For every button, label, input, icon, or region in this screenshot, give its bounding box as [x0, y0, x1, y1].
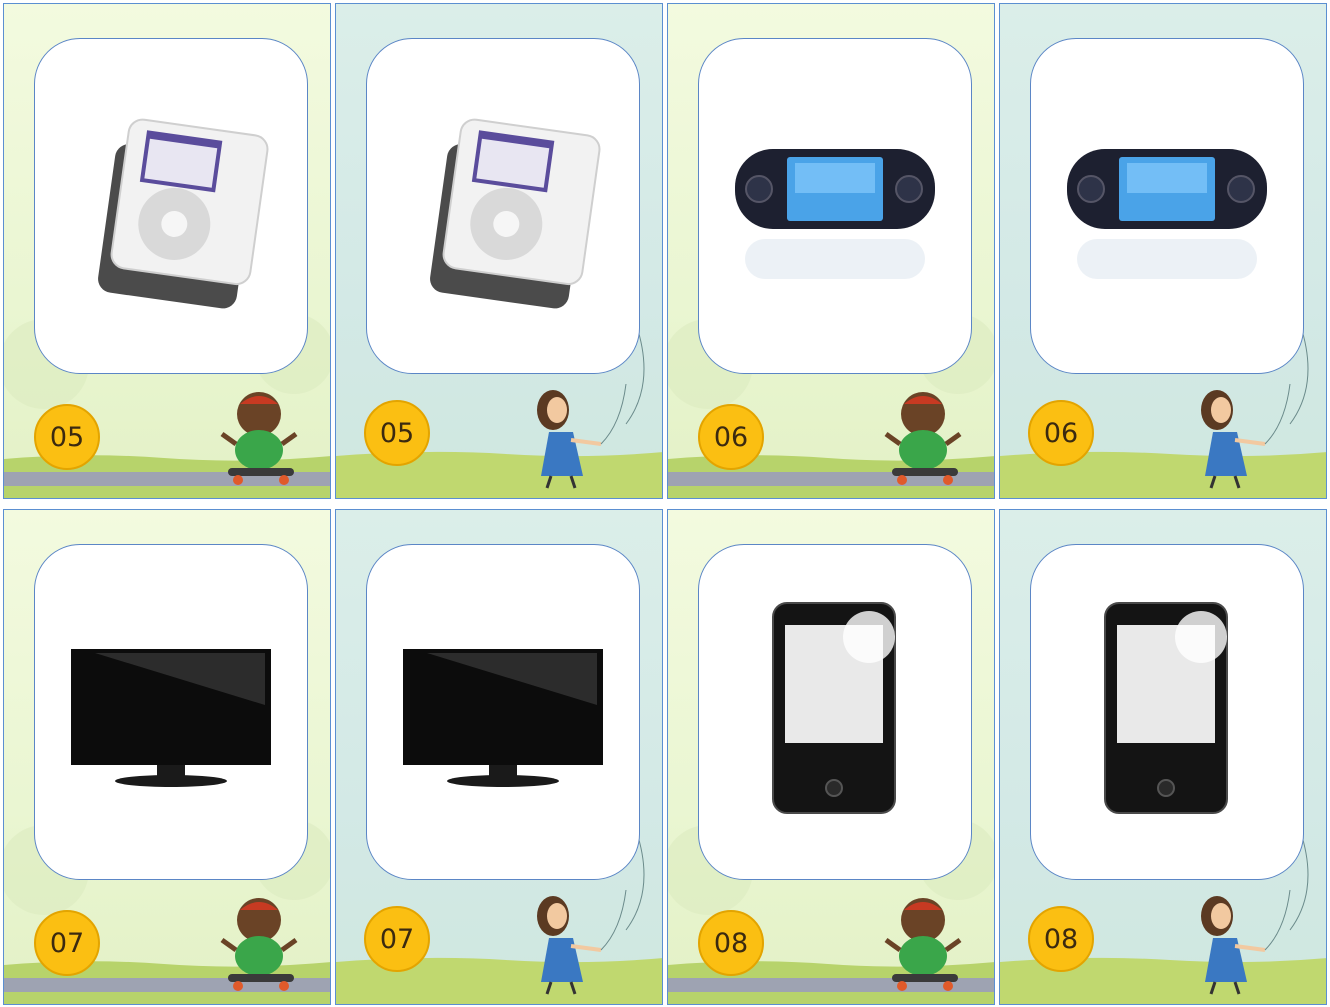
psp-console-icon: [1067, 149, 1267, 279]
boy-skateboard-icon: [220, 898, 298, 991]
smartphone-icon: [1104, 602, 1228, 814]
boy-skateboard-icon: [884, 898, 962, 991]
girl-kite-icon: [537, 890, 627, 995]
picture-frame: [34, 38, 308, 374]
boy-skateboard-icon: [884, 392, 962, 485]
card-number-badge: 07: [364, 906, 430, 972]
picture-frame: [34, 544, 308, 880]
picture-frame: [366, 38, 640, 374]
picture-frame: [1030, 38, 1304, 374]
girl-kite-icon: [1201, 890, 1291, 995]
boy-skateboard-icon: [220, 392, 298, 485]
card-4[interactable]: 06: [999, 3, 1327, 499]
tv-monitor-icon: [403, 649, 603, 787]
ipod-icon: [98, 118, 269, 309]
card-7[interactable]: 08: [667, 509, 995, 1005]
smartphone-icon: [772, 602, 896, 814]
card-number-badge: 06: [1028, 400, 1094, 466]
picture-frame: [366, 544, 640, 880]
card-8[interactable]: 08: [999, 509, 1327, 1005]
girl-kite-icon: [537, 384, 627, 489]
ipod-icon: [430, 118, 601, 309]
psp-console-icon: [735, 149, 935, 279]
card-1[interactable]: 05: [3, 3, 331, 499]
card-number-badge: 08: [1028, 906, 1094, 972]
picture-frame: [698, 544, 972, 880]
card-5[interactable]: 07: [3, 509, 331, 1005]
picture-frame: [698, 38, 972, 374]
card-6[interactable]: 07: [335, 509, 663, 1005]
card-number-badge: 06: [698, 404, 764, 470]
girl-kite-icon: [1201, 384, 1291, 489]
card-number-badge: 05: [34, 404, 100, 470]
card-number-badge: 07: [34, 910, 100, 976]
card-2[interactable]: 05: [335, 3, 663, 499]
picture-frame: [1030, 544, 1304, 880]
tv-monitor-icon: [71, 649, 271, 787]
card-number-badge: 05: [364, 400, 430, 466]
card-number-badge: 08: [698, 910, 764, 976]
card-3[interactable]: 06: [667, 3, 995, 499]
